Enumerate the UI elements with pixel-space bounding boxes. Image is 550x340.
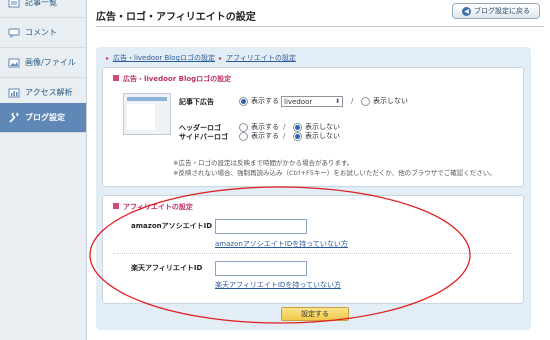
annotation-ellipse: [89, 186, 471, 324]
